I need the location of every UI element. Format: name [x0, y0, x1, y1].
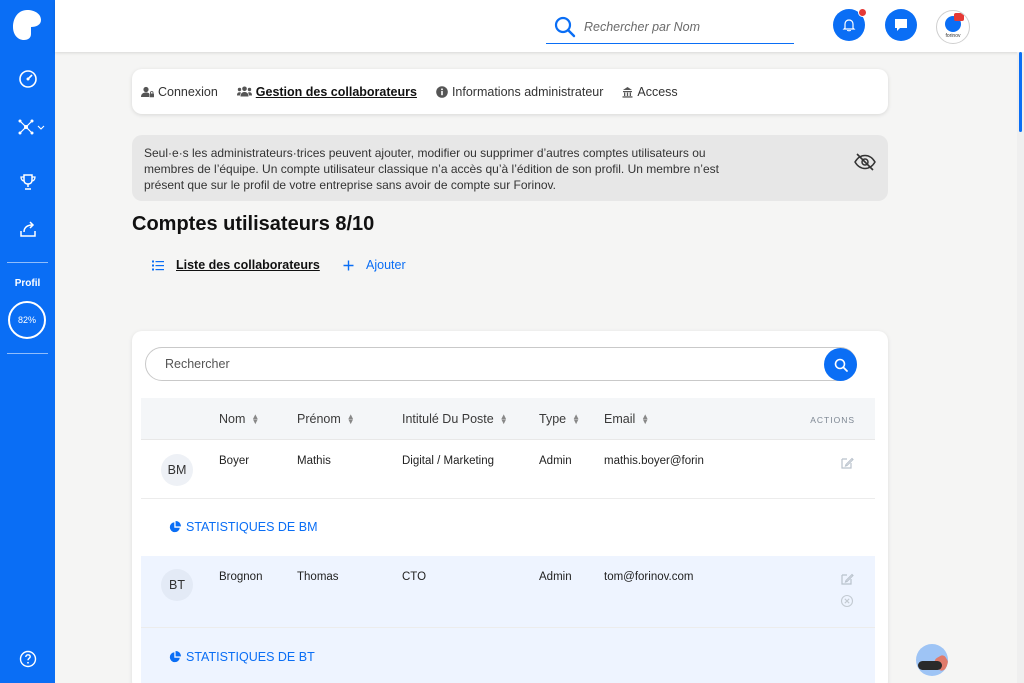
- cell-email: tom@forinov.com: [604, 571, 694, 583]
- column-header-type[interactable]: Type ▲ ▼: [539, 412, 580, 426]
- sidebar-divider: [7, 353, 48, 354]
- sort-icon: ▲ ▼: [499, 412, 508, 426]
- delete-circle-icon[interactable]: [840, 594, 854, 608]
- scrollbar-thumb[interactable]: [1019, 52, 1022, 132]
- scrollbar-track[interactable]: [1017, 52, 1024, 683]
- pie-chart-icon: [169, 521, 181, 533]
- column-label: Type: [539, 412, 567, 426]
- notification-badge: [858, 8, 867, 17]
- tab-label: Gestion des collaborateurs: [255, 84, 417, 99]
- list-tab-label: Liste des collaborateurs: [176, 258, 320, 272]
- search-by-name-input[interactable]: [584, 19, 784, 34]
- page-title: Comptes utilisateurs 8/10: [132, 213, 375, 235]
- statistics-bt-link[interactable]: STATISTIQUES DE BT: [169, 650, 315, 664]
- users-icon: [236, 86, 252, 97]
- messages-button[interactable]: [885, 9, 917, 41]
- info-text: Seul·e·s les administrateurs·trices peuv…: [144, 146, 719, 192]
- share-export-icon[interactable]: [15, 216, 41, 242]
- bell-icon: [842, 19, 856, 32]
- edit-icon[interactable]: [840, 572, 854, 586]
- statistics-bm-link[interactable]: STATISTIQUES DE BM: [169, 520, 318, 534]
- sort-icon: ▲ ▼: [572, 412, 581, 426]
- tab-label: Access: [637, 84, 678, 99]
- statistics-row: STATISTIQUES DE BM: [141, 498, 875, 556]
- tab-access[interactable]: Access: [622, 84, 678, 99]
- edit-icon[interactable]: [840, 456, 854, 470]
- cell-nom: Brognon: [219, 571, 263, 583]
- cell-email: mathis.boyer@forin: [604, 455, 704, 467]
- table-row: BT Brognon Thomas CTO Admin tom@forinov.…: [141, 556, 875, 627]
- sort-icon: ▲ ▼: [346, 412, 355, 426]
- cell-type: Admin: [539, 571, 572, 583]
- info-notice: Seul·e·s les administrateurs·trices peuv…: [132, 135, 888, 201]
- info-circle-icon: [436, 85, 448, 98]
- add-tab-label: Ajouter: [366, 258, 406, 272]
- column-label: Prénom: [297, 412, 341, 426]
- pie-chart-icon: [169, 651, 181, 663]
- column-header-email[interactable]: Email ▲ ▼: [604, 412, 649, 426]
- search-icon[interactable]: [552, 14, 578, 40]
- users-table-card: Nom ▲▼ Prénom ▲▼ Intitulé Du Poste ▲▼ Type ▲…: [132, 331, 888, 683]
- profile-completion-gauge[interactable]: 82%: [8, 301, 46, 339]
- column-label: Nom: [219, 412, 246, 426]
- support-chat-launcher[interactable]: [916, 644, 948, 676]
- statistics-row: STATISTIQUES DE BT: [141, 627, 875, 683]
- sort-icon: ▲ ▼: [251, 412, 260, 426]
- table-search-input[interactable]: [165, 357, 765, 371]
- cell-prenom: Mathis: [297, 455, 331, 467]
- table-row: BM Boyer Mathis Digital / Marketing Admi…: [141, 440, 875, 498]
- search-icon: [834, 358, 848, 372]
- access-building-icon: [622, 86, 633, 98]
- brand-logo-icon[interactable]: [12, 9, 42, 41]
- tab-label: Connexion: [158, 84, 218, 99]
- eye-slash-icon[interactable]: [852, 149, 878, 175]
- cell-prenom: Thomas: [297, 571, 339, 583]
- column-header-poste[interactable]: Intitulé Du Poste ▲ ▼: [402, 412, 508, 426]
- notifications-button[interactable]: [833, 8, 867, 41]
- dashboard-gauge-icon[interactable]: [15, 66, 41, 92]
- column-label: Email: [604, 412, 636, 426]
- list-icon: [152, 260, 164, 270]
- top-bar: forinov: [55, 0, 1024, 52]
- tab-informations-administrateur[interactable]: Informations administrateur: [436, 85, 603, 99]
- network-icon[interactable]: [15, 114, 47, 140]
- user-initials-avatar: BT: [161, 569, 193, 601]
- tab-connexion[interactable]: Connexion: [141, 85, 218, 99]
- cell-poste: CTO: [402, 571, 427, 583]
- sidebar-divider: [7, 262, 48, 263]
- statistics-label: STATISTIQUES DE BM: [186, 520, 318, 534]
- sidebar: Profil 82%: [0, 0, 55, 683]
- list-collaborators-tab[interactable]: Liste des collaborateurs: [152, 258, 320, 272]
- table-header: Nom ▲ ▼ Prénom ▲ ▼ Intitulé Du Poste ▲ ▼ Type ▲…: [141, 398, 875, 440]
- table-search-button[interactable]: [824, 348, 857, 381]
- plus-icon: [343, 260, 354, 270]
- column-header-prenom[interactable]: Prénom ▲ ▼: [297, 412, 355, 426]
- company-logo-icon: [945, 12, 964, 32]
- help-icon[interactable]: [15, 646, 41, 672]
- user-avatar[interactable]: forinov: [936, 10, 970, 44]
- cell-type: Admin: [539, 455, 572, 467]
- column-header-nom[interactable]: Nom ▲ ▼: [219, 412, 259, 426]
- tab-label: Informations administrateur: [451, 84, 604, 99]
- actions-header: ACTIONS: [810, 415, 855, 425]
- table-search: [145, 347, 857, 381]
- avatar-brand-text: forinov: [945, 32, 961, 39]
- profile-label: Profil: [14, 278, 41, 289]
- sort-icon: ▲ ▼: [641, 412, 650, 426]
- column-label: Intitulé Du Poste: [402, 412, 494, 426]
- tab-gestion-collaborateurs[interactable]: Gestion des collaborateurs: [236, 84, 417, 99]
- trophy-icon[interactable]: [15, 169, 41, 195]
- user-lock-icon: [141, 86, 154, 97]
- chat-icon: [895, 19, 907, 31]
- cell-nom: Boyer: [219, 455, 250, 467]
- statistics-label: STATISTIQUES DE BT: [186, 650, 315, 664]
- settings-tabs: Connexion Gestion des collaborateurs Inf…: [132, 69, 888, 114]
- user-initials-avatar: BM: [161, 454, 193, 486]
- add-collaborator-tab[interactable]: Ajouter: [343, 258, 406, 272]
- cell-poste: Digital / Marketing: [402, 455, 495, 467]
- global-search: [546, 10, 794, 44]
